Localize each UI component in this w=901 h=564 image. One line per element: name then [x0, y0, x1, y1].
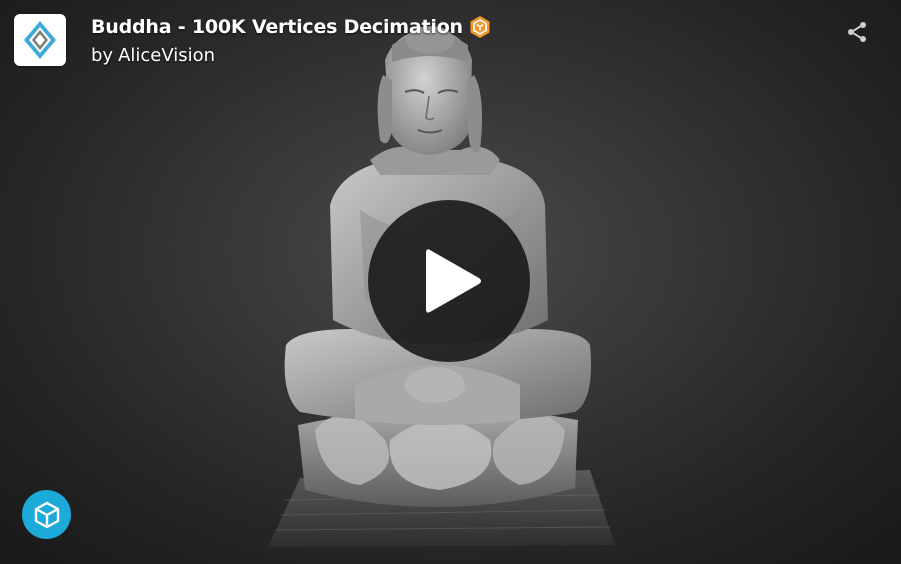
model-header: Buddha - 100K Vertices Decimation by Alic… — [14, 14, 492, 66]
sketchfab-logo-icon — [34, 501, 59, 528]
title-block: Buddha - 100K Vertices Decimation by Alic… — [91, 15, 492, 66]
staff-pick-badge-icon[interactable] — [468, 15, 492, 39]
share-button[interactable] — [845, 20, 869, 44]
author-line: by AliceVision — [91, 45, 492, 66]
model-viewer[interactable]: Buddha - 100K Vertices Decimation by Alic… — [0, 0, 901, 564]
sketchfab-logo-button[interactable] — [22, 490, 71, 539]
author-prefix: by — [91, 45, 114, 66]
title-row: Buddha - 100K Vertices Decimation — [91, 15, 492, 39]
play-button[interactable] — [368, 200, 530, 362]
alicevision-logo-icon — [24, 21, 56, 59]
model-title[interactable]: Buddha - 100K Vertices Decimation — [91, 16, 463, 38]
play-icon — [426, 249, 481, 313]
author-name-link[interactable]: AliceVision — [118, 45, 215, 66]
author-avatar[interactable] — [14, 14, 66, 66]
share-icon — [848, 22, 866, 42]
